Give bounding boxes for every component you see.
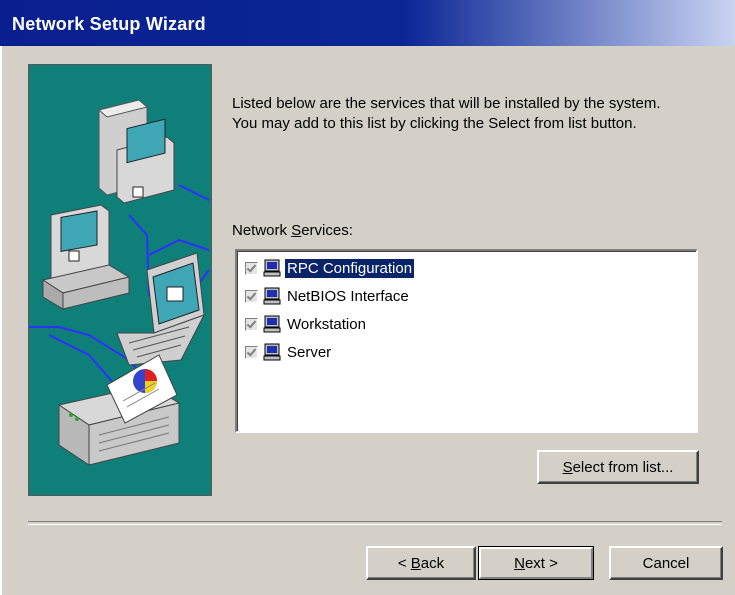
next-mnemonic: N — [514, 554, 525, 572]
select-button-label: Select from list... — [563, 459, 674, 476]
window-title: Network Setup Wizard — [12, 14, 206, 34]
list-item-label: Workstation — [287, 315, 366, 333]
back-button[interactable]: < Back — [366, 546, 476, 580]
checkbox-server[interactable] — [245, 345, 258, 359]
list-item-netbios-interface[interactable]: NetBIOS Interface — [245, 285, 411, 307]
list-item-rpc-configuration[interactable]: RPC Configuration — [245, 257, 415, 279]
cancel-button[interactable]: Cancel — [609, 546, 723, 580]
title-bar[interactable]: Network Setup Wizard — [0, 0, 735, 46]
network-services-list[interactable]: RPC Configuration NetBIOS Interface Work… — [235, 249, 698, 433]
network-service-icon — [263, 259, 281, 277]
network-service-icon — [263, 315, 281, 333]
list-item-workstation[interactable]: Workstation — [245, 313, 368, 335]
select-mnemonic: S — [562, 458, 573, 476]
description-line-2: You may add to this list by clicking the… — [232, 115, 637, 132]
services-label-pre: Network — [232, 222, 292, 239]
network-computers-illustration — [29, 99, 210, 466]
services-label-mnemonic: S — [291, 222, 302, 239]
next-button-label: Next > — [514, 555, 558, 572]
select-from-list-button[interactable]: Select from list... — [537, 450, 699, 484]
back-button-label: < Back — [398, 555, 444, 572]
next-button[interactable]: Next > — [478, 546, 594, 580]
services-label-post: ervices: — [301, 222, 353, 239]
separator — [28, 521, 722, 525]
checkbox-workstation[interactable] — [245, 317, 258, 331]
checkbox-netbios-interface[interactable] — [245, 289, 258, 303]
list-item-server[interactable]: Server — [245, 341, 333, 363]
back-prefix: < — [397, 554, 411, 572]
network-service-icon — [263, 343, 281, 361]
description: Listed below are the services that will … — [232, 94, 712, 134]
cancel-button-label: Cancel — [642, 554, 690, 572]
next-rest: ext > — [524, 554, 558, 572]
network-service-icon — [263, 287, 281, 305]
back-mnemonic: B — [410, 554, 421, 572]
select-rest: elect from list... — [572, 458, 674, 476]
list-item-label: RPC Configuration — [285, 258, 415, 278]
list-item-label: NetBIOS Interface — [287, 287, 409, 305]
network-illustration — [28, 64, 212, 496]
list-item-label: Server — [287, 343, 332, 361]
back-rest: ack — [420, 554, 445, 572]
checkbox-rpc-configuration[interactable] — [245, 261, 258, 275]
description-line-1: Listed below are the services that will … — [232, 95, 661, 112]
network-services-label: Network Services: — [232, 222, 353, 239]
